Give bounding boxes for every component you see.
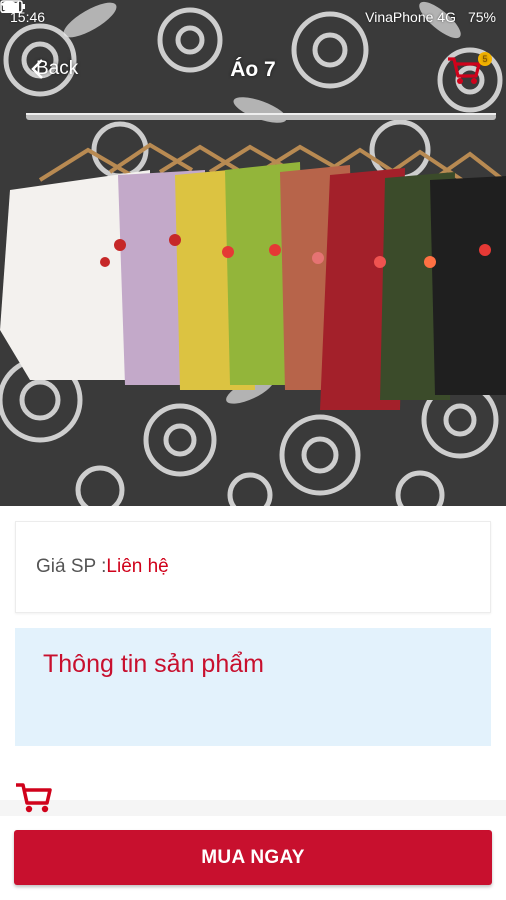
product-image: 15:46 VinaPhone 4G 75% Back Áo 7 5 bbox=[0, 0, 506, 506]
price-label: Giá SP : bbox=[36, 556, 107, 577]
price-card: Giá SP :Liên hệ bbox=[15, 521, 491, 613]
page-title: Áo 7 bbox=[230, 58, 276, 81]
status-bar: 15:46 VinaPhone 4G 75% bbox=[0, 0, 506, 34]
price-line: Giá SP :Liên hệ bbox=[36, 556, 169, 578]
top-nav-bar: Back Áo 7 5 bbox=[0, 46, 506, 96]
floating-cart-button[interactable] bbox=[14, 780, 54, 814]
battery-level: 75% bbox=[467, 9, 496, 25]
product-info-box: Thông tin sản phẩm bbox=[15, 628, 491, 746]
buy-now-button[interactable]: MUA NGAY bbox=[14, 830, 492, 885]
status-right: VinaPhone 4G 75% bbox=[0, 0, 496, 25]
carrier-label: VinaPhone 4G bbox=[365, 9, 456, 25]
header-cart-button[interactable]: 5 bbox=[446, 52, 492, 90]
price-value: Liên hệ bbox=[106, 556, 169, 577]
cart-count-badge: 5 bbox=[478, 52, 492, 66]
cart-icon bbox=[14, 783, 54, 818]
product-info-title: Thông tin sản phẩm bbox=[43, 650, 264, 678]
